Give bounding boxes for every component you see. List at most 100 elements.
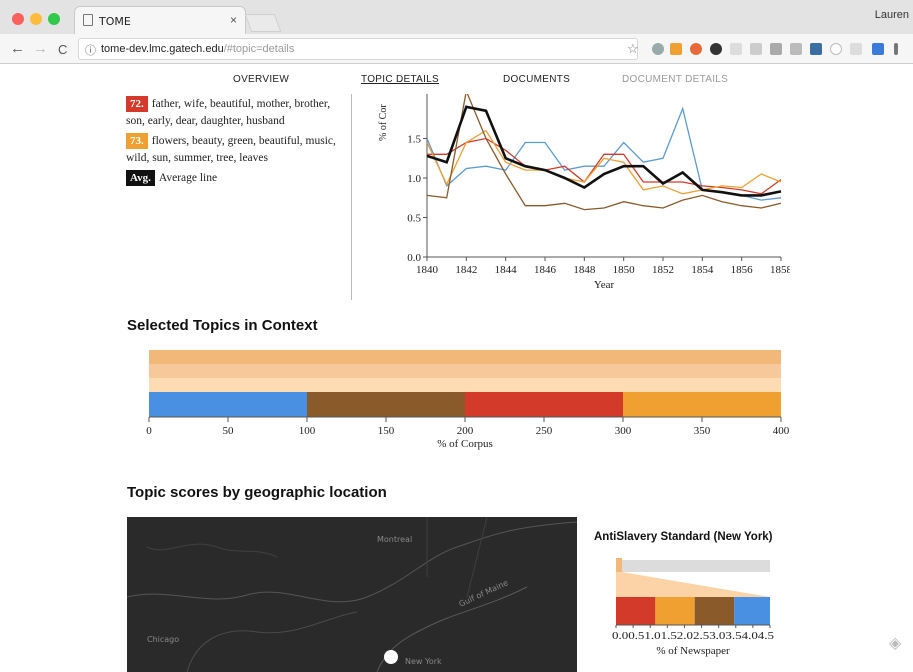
x-tick-label: 300 [615,425,632,437]
series-line [427,105,782,197]
x-axis-label: Year [594,279,615,291]
x-tick-label: 50 [223,425,235,437]
bookmark-star-icon[interactable]: ☆ [627,41,639,57]
extension-icon[interactable] [830,43,842,55]
context-band [149,378,781,392]
nav-document-details[interactable]: DOCUMENT DETAILS [622,74,728,85]
extension-icon[interactable] [670,43,682,55]
address-toolbar: ← → C ⓘ tome-dev.lmc.gatech.edu/#topic=d… [0,34,913,64]
extension-icon[interactable] [850,43,862,55]
y-tick-label: 1.5 [407,134,421,146]
map-location-marker[interactable] [384,650,398,664]
reload-icon[interactable]: C [58,42,67,57]
topic-segment [149,392,307,417]
page-icon [83,14,93,26]
newspaper-band [620,560,770,572]
y-tick-label: 0.0 [407,252,421,264]
url-host: tome-dev.lmc.gatech.edu [101,43,224,55]
geo-map[interactable]: Montreal Gulf of Maine Chicago New York [127,517,577,672]
x-tick-labels: 0.00.51.01.52.02.53.03.54.04.5 [612,631,774,642]
extension-icon[interactable] [770,43,782,55]
average-label: Average line [158,172,218,184]
topic-segment [734,597,770,625]
extension-icon[interactable] [750,43,762,55]
site-nav: OVERVIEW TOPIC DETAILS DOCUMENTS DOCUMEN… [0,64,913,94]
tab-title: TOME [99,15,131,28]
extension-icon[interactable] [790,43,802,55]
x-tick-label: 1844 [495,264,518,276]
x-axis-label: % of Corpus [437,438,493,450]
info-icon[interactable]: ⓘ [85,42,96,58]
topic-segment [623,392,781,417]
map-label: Montreal [377,535,413,544]
extension-icon[interactable] [710,43,722,55]
average-badge: Avg. [126,170,155,186]
nav-overview[interactable]: OVERVIEW [233,74,289,85]
newspaper-highlight [616,558,622,572]
legend-item[interactable]: Avg. Average line [126,170,346,187]
url-hash: /#topic=details [223,43,295,55]
x-tick-label: 1858 [770,264,790,276]
topic-segment [307,392,465,417]
x-tick-label: 1852 [652,264,674,276]
geo-section-title: Topic scores by geographic location [127,484,387,501]
topic-words: flowers, beauty, green, beautiful, music… [126,135,336,164]
minimize-window-icon[interactable] [30,13,42,25]
close-tab-icon[interactable]: × [230,13,237,27]
url-field[interactable]: ⓘ tome-dev.lmc.gatech.edu/#topic=details [78,38,638,60]
newspaper-title: AntiSlavery Standard (New York) [594,531,773,543]
close-window-icon[interactable] [12,13,24,25]
topic-segment [655,597,695,625]
nav-documents[interactable]: DOCUMENTS [503,74,570,85]
topic-segment [616,597,656,625]
x-tick-label: 350 [694,425,711,437]
x-tick-label: 1856 [731,264,754,276]
y-axis-label: % of Cor [378,104,389,141]
browser-tab-bar: TOME × Lauren [0,0,913,34]
x-tick-label: 250 [536,425,553,437]
legend-item[interactable]: 73. flowers, beauty, green, beautiful, mu… [126,133,346,167]
menu-icon[interactable] [894,43,898,55]
newspaper-stacked-bar-chart: 0.00.51.01.52.02.53.03.54.04.5 % of Newsp… [612,558,774,657]
topic-badge: 72. [126,96,148,112]
topic-badge: 73. [126,133,148,149]
forward-icon[interactable]: → [33,40,48,57]
extension-icon[interactable] [690,43,702,55]
url-text: tome-dev.lmc.gatech.edu/#topic=details [101,43,294,55]
x-tick-label: 400 [773,425,790,437]
scroll-helper-icon[interactable]: ◈ [889,633,901,653]
x-tick-label: 1850 [613,264,636,276]
x-tick-label: 150 [378,425,395,437]
topic-segment [465,392,623,417]
x-tick-label: 1854 [691,264,714,276]
x-tick-label: 0 [146,425,152,437]
extension-icon[interactable] [730,43,742,55]
x-tick-label: 100 [299,425,316,437]
map-label: Chicago [147,635,180,644]
x-tick-label: 200 [457,425,474,437]
context-section-title: Selected Topics in Context [127,317,318,334]
new-tab-button[interactable] [244,14,282,32]
extension-icon[interactable] [652,43,664,55]
context-band [149,364,781,378]
context-stacked-bar-chart: 0 50 100 150 200 250 300 350 400 % of Corpus [146,350,790,450]
x-tick-label: 1840 [416,264,439,276]
topic-line-chart: 0.0 0.5 1.0 1.5 1840 1842 1844 1846 1848 1850 1852… [378,94,790,291]
extension-icon[interactable] [872,43,884,55]
topic-segment [694,597,735,625]
nav-topic-details[interactable]: TOPIC DETAILS [361,74,439,85]
topic-legend: 72. father, wife, beautiful, mother, brot… [126,96,346,187]
y-tick-label: 0.5 [407,213,421,225]
legend-item[interactable]: 72. father, wife, beautiful, mother, brot… [126,96,346,130]
browser-tab[interactable]: TOME × [74,6,246,34]
extension-icon[interactable] [810,43,822,55]
divider [351,94,352,300]
back-icon[interactable]: ← [10,40,25,57]
x-tick-label: 1846 [534,264,557,276]
topic-words: father, wife, beautiful, mother, brother… [126,98,331,127]
map-coastlines [127,517,577,672]
context-band [149,350,781,364]
maximize-window-icon[interactable] [48,13,60,25]
x-axis-label: % of Newspaper [656,645,730,657]
profile-name[interactable]: Lauren [875,9,909,21]
